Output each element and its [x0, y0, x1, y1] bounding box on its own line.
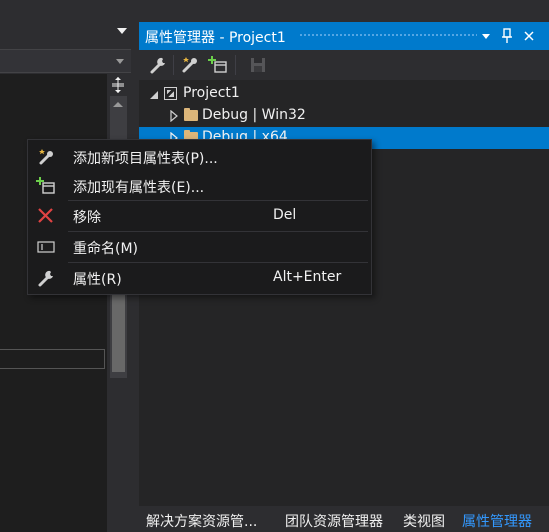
menu-item-add-existing-property-sheet[interactable]: 添加现有属性表(E)...	[28, 171, 371, 201]
menu-item-add-new-property-sheet[interactable]: 添加新项目属性表(P)...	[28, 142, 371, 172]
menu-item-label: 添加新项目属性表(P)...	[73, 151, 218, 167]
menu-item-label: 重命名(M)	[73, 241, 139, 257]
window-position-dropdown-icon[interactable]	[477, 26, 495, 46]
rename-icon	[36, 237, 56, 257]
left-text-input[interactable]	[0, 349, 105, 369]
scroll-up-arrow-icon[interactable]	[113, 102, 123, 107]
toolbar-separator	[235, 55, 236, 75]
menu-item-rename[interactable]: 重命名(M)	[28, 232, 371, 262]
menu-item-label: 移除	[73, 210, 101, 226]
menu-item-properties[interactable]: 属性(R) Alt+Enter	[28, 263, 371, 293]
context-menu: 添加新项目属性表(P)... 添加现有属性表(E)... 移除 Del 重命名(…	[27, 139, 372, 295]
menu-item-shortcut: Del	[273, 207, 297, 223]
chevron-down-icon[interactable]	[116, 59, 124, 64]
add-new-sheet-icon[interactable]	[179, 54, 201, 76]
folder-icon	[184, 108, 198, 121]
wrench-icon[interactable]	[147, 54, 169, 76]
menu-item-shortcut: Alt+Enter	[273, 269, 342, 285]
split-window-button[interactable]	[107, 74, 129, 96]
chevron-down-icon[interactable]	[117, 28, 127, 34]
tab-property-manager[interactable]: 属性管理器	[462, 511, 532, 531]
bottom-tab-strip: 解决方案资源管... 团队资源管理器 类视图 属性管理器	[139, 506, 549, 532]
add-existing-sheet-icon[interactable]	[207, 54, 229, 76]
panel-toolbar	[139, 50, 549, 80]
tab-team-explorer[interactable]: 团队资源管理器	[285, 511, 383, 531]
project-icon	[164, 87, 177, 100]
close-icon[interactable]	[520, 26, 538, 46]
scrollbar-thumb[interactable]	[112, 292, 125, 372]
tree-item-label: Debug | Win32	[202, 107, 306, 123]
pin-icon[interactable]	[498, 26, 516, 46]
save-icon[interactable]	[247, 54, 269, 76]
menu-item-remove[interactable]: 移除 Del	[28, 201, 371, 231]
left-navigation-dropdown[interactable]	[0, 49, 133, 73]
tree-item-debug-win32[interactable]: Debug | Win32	[139, 105, 549, 127]
tree-item-project1[interactable]: Project1	[139, 83, 549, 105]
wrench-icon	[36, 268, 56, 288]
tab-class-view[interactable]: 类视图	[403, 511, 445, 531]
splitter-icon	[112, 77, 124, 93]
left-document-header	[0, 22, 133, 48]
menu-item-label: 属性(R)	[73, 272, 122, 288]
tab-solution-explorer[interactable]: 解决方案资源管...	[146, 511, 257, 531]
panel-title: 属性管理器 - Project1	[145, 30, 286, 46]
title-drag-grip[interactable]	[299, 33, 477, 38]
panel-title-bar: 属性管理器 - Project1	[139, 22, 549, 50]
toolbar-separator	[173, 55, 174, 75]
tree-item-label: Project1	[183, 85, 240, 101]
menu-item-label: 添加现有属性表(E)...	[73, 180, 205, 196]
add-existing-sheet-icon	[36, 176, 56, 196]
remove-icon	[36, 206, 56, 226]
add-new-sheet-icon	[36, 147, 56, 167]
